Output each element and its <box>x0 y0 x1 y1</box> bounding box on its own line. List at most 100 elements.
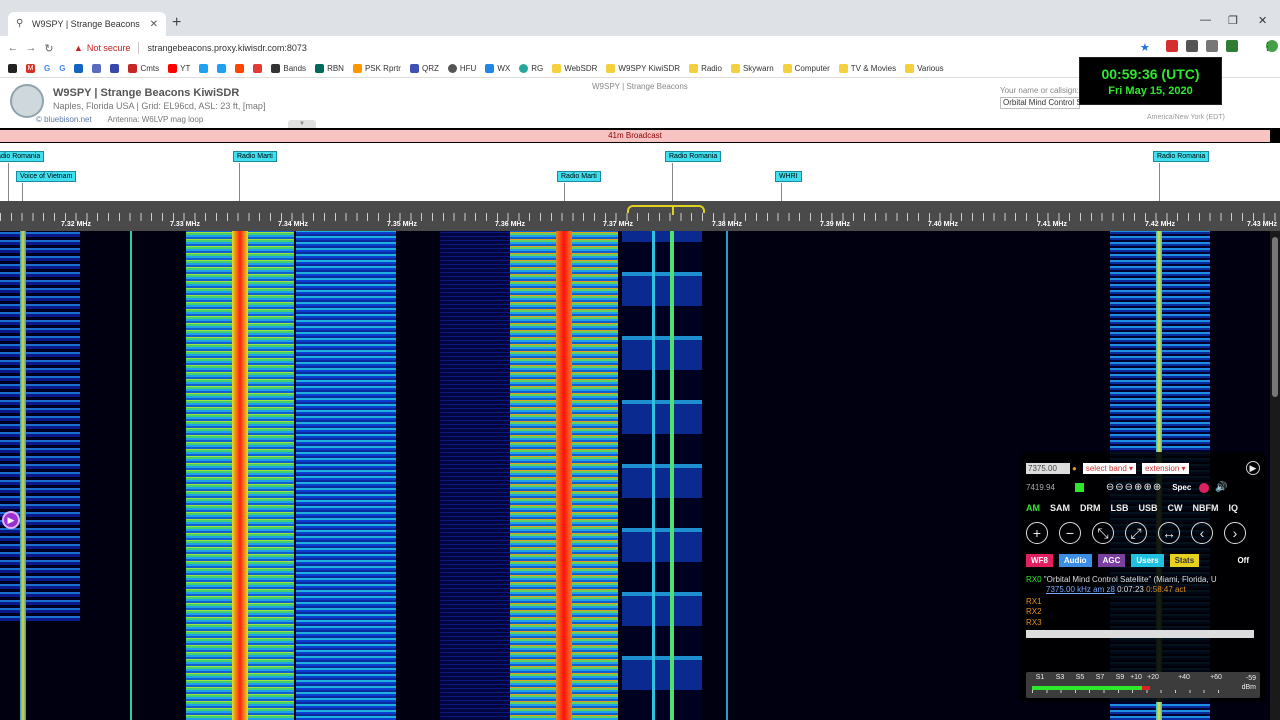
bookmark-item[interactable] <box>74 64 84 73</box>
bookmark-item[interactable]: RG <box>519 64 543 73</box>
bookmark-item[interactable]: M <box>26 64 35 73</box>
station-labels-area: Radio Romania Voice of Vietnam Radio Mar… <box>0 143 1280 201</box>
bookmark-item[interactable] <box>110 64 120 73</box>
prev-icon[interactable]: ‹ <box>1191 522 1213 544</box>
mode-usb[interactable]: USB <box>1139 503 1158 513</box>
mode-drm[interactable]: DRM <box>1080 503 1101 513</box>
extension-dropdown[interactable]: extension ▾ <box>1142 462 1189 474</box>
select-band-dropdown[interactable]: select band ▾ <box>1082 462 1137 474</box>
bookmark-item[interactable]: HFU <box>447 64 476 73</box>
extension-icon[interactable] <box>1246 40 1258 52</box>
restore-icon[interactable]: ❐ <box>1228 14 1238 27</box>
bookmark-item[interactable]: Cmts <box>128 64 159 73</box>
band-span-icon[interactable]: ↔ <box>1158 522 1180 544</box>
forward-icon[interactable]: → <box>22 42 40 54</box>
tab-users[interactable]: Users <box>1131 554 1164 567</box>
minimize-icon[interactable]: — <box>1200 14 1211 26</box>
new-tab-button[interactable]: + <box>172 14 181 32</box>
extension-icon[interactable] <box>1186 40 1198 52</box>
mode-am[interactable]: AM <box>1026 503 1040 513</box>
tab-off[interactable]: Off <box>1232 554 1254 567</box>
bookmark-item[interactable]: RBN <box>315 64 344 73</box>
bookmark-item[interactable] <box>217 64 227 73</box>
waterfall-scrollbar[interactable] <box>1270 231 1280 720</box>
tab-wf[interactable]: WF8 <box>1026 554 1053 567</box>
bookmark-item[interactable]: PSK Rprtr <box>352 64 401 73</box>
close-window-icon[interactable]: ✕ <box>1258 14 1267 27</box>
collapse-header-button[interactable]: ▼ <box>288 120 316 128</box>
station-label[interactable]: Radio Marti <box>233 151 277 162</box>
bookmark-folder[interactable]: TV & Movies <box>838 64 896 73</box>
bookmark-item[interactable]: QRZ <box>409 64 439 73</box>
bookmark-item[interactable]: G <box>44 64 50 73</box>
mode-lsb[interactable]: LSB <box>1111 503 1129 513</box>
freq-step-icon[interactable]: ● <box>1072 464 1077 473</box>
zoom-in-icon[interactable]: + <box>1026 522 1048 544</box>
record-icon[interactable] <box>1199 482 1210 493</box>
scrollbar-thumb[interactable] <box>1272 237 1278 397</box>
bookmark-item[interactable]: Bands <box>271 64 306 73</box>
bookmark-item[interactable] <box>235 64 245 73</box>
tab-close-icon[interactable]: ✕ <box>150 19 158 30</box>
tab-title: W9SPY | Strange Beacons <box>32 19 140 29</box>
mode-sam[interactable]: SAM <box>1050 503 1070 513</box>
passband-indicator[interactable] <box>627 205 705 213</box>
frequency-input[interactable]: 7375.00 <box>1026 462 1070 474</box>
freq-label: 7.37 MHz <box>603 221 633 228</box>
station-label[interactable]: Radio Marti <box>557 171 601 182</box>
scale-ticks <box>0 213 1280 221</box>
next-icon[interactable]: › <box>1224 522 1246 544</box>
zoom-min-icon[interactable]: ⤡ <box>1092 522 1114 544</box>
bookmark-item[interactable]: WX <box>485 64 510 73</box>
tab-agc[interactable]: AGC <box>1097 554 1126 567</box>
name-input[interactable]: Orbital Mind Control Satellite <box>1000 97 1080 109</box>
extension-icon[interactable] <box>1166 40 1178 52</box>
zoom-buttons[interactable]: ⊖⊖⊖⊕⊕⊕ <box>1106 482 1162 493</box>
bookmark-folder[interactable]: Various <box>905 64 944 73</box>
zoom-out-icon[interactable]: − <box>1059 522 1081 544</box>
station-label[interactable]: Radio Romania <box>0 151 45 162</box>
bookmark-item[interactable] <box>8 64 17 73</box>
bookmark-folder[interactable]: Computer <box>782 64 830 73</box>
back-icon[interactable]: ← <box>4 42 22 54</box>
tuning-marker[interactable] <box>672 205 674 215</box>
bookmark-folder[interactable]: Skywarn <box>730 64 774 73</box>
bookmark-folder[interactable]: WebSDR <box>552 64 597 73</box>
speaker-icon[interactable]: 🔊 <box>1215 482 1227 493</box>
bookmark-item[interactable]: YT <box>168 64 190 73</box>
rx0-freq-link[interactable]: 7375.00 kHz am z8 <box>1046 585 1115 594</box>
bookmark-folder[interactable]: W9SPY KiwiSDR <box>606 64 680 73</box>
station-label[interactable]: Voice of Vietnam <box>16 171 77 182</box>
bookmark-item[interactable] <box>199 64 209 73</box>
users-scrollbar[interactable] <box>1026 630 1254 638</box>
extension-icon[interactable] <box>1206 40 1218 52</box>
band-bar[interactable]: 41m Broadcast <box>0 130 1270 142</box>
bookmark-item[interactable] <box>92 64 102 73</box>
bookmark-folder[interactable]: Radio <box>689 64 722 73</box>
bookmark-item[interactable] <box>253 64 263 73</box>
bookmark-item[interactable]: G <box>59 64 65 73</box>
station-label[interactable]: WHRI <box>775 171 802 182</box>
play-circle-icon[interactable]: ▶ <box>1246 461 1260 475</box>
play-icon[interactable]: ▶ <box>2 511 20 529</box>
mode-iq[interactable]: IQ <box>1229 503 1239 513</box>
zoom-max-icon[interactable]: ⤢ <box>1125 522 1147 544</box>
station-label[interactable]: Radio Romania <box>1153 151 1210 162</box>
signal-carrier <box>652 231 655 720</box>
mode-nbfm[interactable]: NBFM <box>1193 503 1219 513</box>
frequency-scale[interactable]: 7.32 MHz 7.33 MHz 7.34 MHz 7.35 MHz 7.36… <box>0 201 1280 231</box>
checkbox-icon[interactable] <box>1074 483 1084 492</box>
name-label: Your name or callsign: <box>1000 86 1079 95</box>
browser-tab[interactable]: ⚲ W9SPY | Strange Beacons ✕ <box>8 12 166 36</box>
credit-link[interactable]: © bluebison.net <box>36 115 92 124</box>
tab-audio[interactable]: Audio <box>1058 554 1092 567</box>
menu-kebab-icon[interactable]: ⋮ <box>1262 40 1273 53</box>
station-label[interactable]: Radio Romania <box>665 151 722 162</box>
star-icon[interactable]: ★ <box>1140 41 1150 54</box>
extension-icon[interactable] <box>1226 40 1238 52</box>
address-bar[interactable]: ▲ Not secure strangebeacons.proxy.kiwisd… <box>74 38 1114 58</box>
spec-button[interactable]: Spec <box>1172 483 1191 492</box>
tab-stats[interactable]: Stats <box>1169 554 1200 567</box>
reload-icon[interactable]: ↻ <box>40 42 58 55</box>
mode-cw[interactable]: CW <box>1168 503 1183 513</box>
